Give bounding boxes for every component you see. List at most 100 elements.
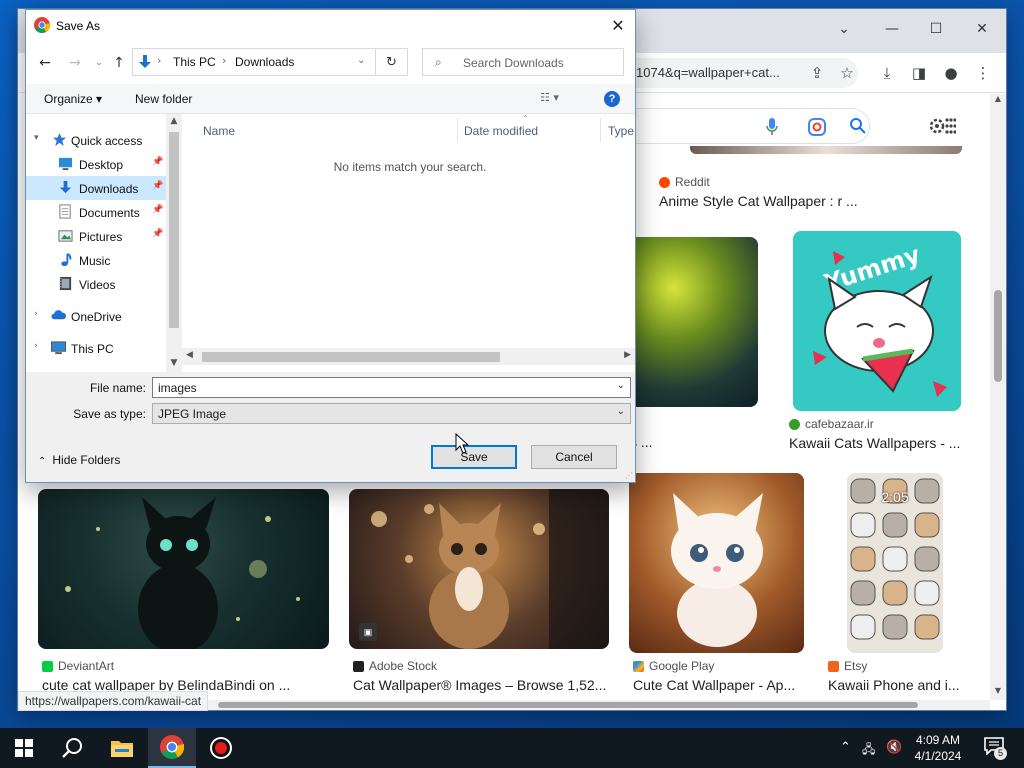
up-arrow-icon[interactable]: ↑ [108, 52, 130, 74]
minimize-icon[interactable]: — [870, 15, 914, 43]
result-caption[interactable]: Kawaii Cats Wallpapers - ... [789, 435, 960, 451]
column-header-type[interactable]: Type [608, 124, 634, 138]
hide-folders-button[interactable]: ⌃ Hide Folders [38, 453, 120, 467]
column-header-name[interactable]: Name [203, 124, 235, 138]
help-icon[interactable]: ? [604, 91, 620, 107]
result-caption[interactable]: Kawaii Phone and i... [828, 677, 964, 693]
chevron-down-icon[interactable]: ⌄ [617, 406, 625, 417]
show-hidden-icons-chevron-icon[interactable]: ⌃ [840, 740, 851, 755]
result-caption[interactable]: Anime Style Cat Wallpaper : r ... [659, 193, 858, 209]
volume-muted-icon[interactable]: 🔇 [886, 740, 902, 755]
expanded-chevron-icon[interactable]: ▾ [34, 133, 39, 143]
menu-kebab-icon[interactable]: ⋮ [972, 62, 994, 84]
back-arrow-icon[interactable]: ← [34, 52, 56, 74]
scrollbar-thumb[interactable] [169, 132, 179, 328]
sidebar-item-quick-access[interactable]: ▾ Quick access [26, 128, 166, 152]
refresh-icon[interactable]: ↻ [376, 48, 408, 76]
sidebar-item-this-pc[interactable]: › This PC [26, 336, 166, 360]
settings-gear-icon[interactable] [928, 114, 956, 138]
sidebar-item-documents[interactable]: Documents 📌 [26, 200, 166, 224]
recent-locations-chevron-icon[interactable]: ⌄ [88, 52, 110, 74]
save-as-type-select[interactable]: JPEG Image ⌄ [152, 403, 631, 424]
result-caption[interactable]: Cat Wallpaper® Images – Browse 1,52... [353, 677, 609, 693]
tab-search-icon[interactable]: ⌄ [822, 15, 866, 43]
recorder-button[interactable] [197, 728, 245, 768]
bookmark-star-icon[interactable]: ☆ [836, 62, 858, 84]
side-panel-icon[interactable]: ◨ [908, 62, 930, 84]
scroll-up-icon[interactable]: ▲ [166, 116, 182, 126]
pin-icon[interactable]: 📌 [152, 181, 163, 191]
breadcrumb-downloads[interactable]: Downloads [235, 55, 294, 69]
result-image[interactable]: ▣ [349, 489, 609, 649]
file-list-horizontal-scrollbar[interactable]: ◀ ▶ [182, 348, 635, 365]
profile-avatar-icon[interactable]: ● [940, 62, 962, 84]
sidebar-item-pictures[interactable]: Pictures 📌 [26, 224, 166, 248]
result-source[interactable]: Adobe Stock [353, 659, 437, 673]
collapsed-chevron-icon[interactable]: › [34, 309, 38, 319]
address-breadcrumb[interactable]: › This PC › Downloads ⌄ [132, 48, 376, 76]
result-caption[interactable]: Cute Cat Wallpaper - Ap... [633, 677, 801, 693]
result-source[interactable]: DeviantArt [42, 659, 114, 673]
taskbar-clock[interactable]: 4:09 AM 4/1/2024 [906, 732, 970, 764]
sidebar-item-onedrive[interactable]: › OneDrive [26, 304, 166, 328]
network-icon[interactable]: 🖧 [862, 740, 875, 761]
file-explorer-button[interactable] [98, 728, 146, 768]
breadcrumb-this-pc[interactable]: This PC [173, 55, 216, 69]
scroll-down-icon[interactable]: ▼ [990, 686, 1006, 700]
sidebar-item-videos[interactable]: Videos [26, 272, 166, 296]
result-image[interactable] [38, 489, 329, 649]
result-image[interactable]: Yummy [793, 231, 961, 411]
new-folder-button[interactable]: New folder [135, 92, 192, 106]
resize-grip-icon[interactable]: ⋰ [625, 471, 633, 480]
pin-icon[interactable]: 📌 [152, 205, 163, 215]
scroll-up-icon[interactable]: ▲ [990, 94, 1006, 108]
view-options-icon[interactable]: ☷ ▾ [540, 91, 559, 104]
result-image[interactable] [618, 237, 758, 407]
column-header-date-modified[interactable]: Date modified [464, 124, 538, 138]
google-search-box[interactable] [618, 108, 870, 144]
result-source[interactable]: Reddit [659, 175, 710, 189]
sidebar-item-desktop[interactable]: Desktop 📌 [26, 152, 166, 176]
chevron-down-icon[interactable]: ⌄ [617, 380, 625, 391]
scroll-right-icon[interactable]: ▶ [624, 350, 631, 360]
page-vertical-scrollbar[interactable]: ▲ ▼ [990, 94, 1006, 700]
pin-icon[interactable]: 📌 [152, 229, 163, 239]
search-input[interactable]: ⌕ Search Downloads [422, 48, 624, 76]
save-button[interactable]: Save [431, 445, 517, 469]
column-divider[interactable] [600, 118, 601, 142]
share-icon[interactable]: ⇪ [806, 62, 828, 84]
voice-search-icon[interactable] [765, 117, 779, 137]
search-icon[interactable] [849, 117, 867, 135]
result-source[interactable]: Google Play [633, 659, 714, 673]
result-source[interactable]: cafebazaar.ir [789, 417, 874, 431]
chrome-taskbar-button[interactable] [148, 728, 196, 768]
scrollbar-thumb[interactable] [994, 290, 1002, 382]
start-button[interactable] [0, 728, 48, 768]
scroll-down-icon[interactable]: ▼ [166, 358, 182, 368]
result-source[interactable]: Etsy [828, 659, 867, 673]
forward-arrow-icon[interactable]: → [64, 52, 86, 74]
close-icon[interactable]: ✕ [960, 15, 1004, 43]
result-image[interactable]: 2:05 [847, 473, 943, 653]
address-dropdown-icon[interactable]: ⌄ [357, 55, 365, 66]
collapsed-chevron-icon[interactable]: › [34, 341, 38, 351]
action-center-button[interactable]: 5 [984, 737, 1007, 760]
maximize-icon[interactable]: ☐ [914, 15, 958, 43]
download-icon[interactable]: ⤓ [876, 62, 898, 84]
organize-button[interactable]: Organize ▾ [44, 92, 102, 106]
scrollbar-thumb[interactable] [202, 352, 500, 362]
pin-icon[interactable]: 📌 [152, 157, 163, 167]
result-image[interactable] [690, 146, 962, 154]
sidebar-item-music[interactable]: Music [26, 248, 166, 272]
result-image[interactable] [629, 473, 804, 653]
scrollbar-thumb[interactable] [218, 702, 918, 708]
scroll-left-icon[interactable]: ◀ [186, 350, 193, 360]
column-divider[interactable] [457, 118, 458, 142]
taskbar-search-button[interactable] [48, 728, 96, 768]
navigation-pane-scrollbar[interactable]: ▲ ▼ [166, 114, 182, 372]
file-name-field[interactable]: images ⌄ [152, 377, 631, 398]
sidebar-item-downloads[interactable]: Downloads 📌 [26, 176, 166, 200]
close-icon[interactable]: ✕ [601, 10, 635, 40]
cancel-button[interactable]: Cancel [531, 445, 617, 469]
lens-icon[interactable] [807, 117, 827, 137]
